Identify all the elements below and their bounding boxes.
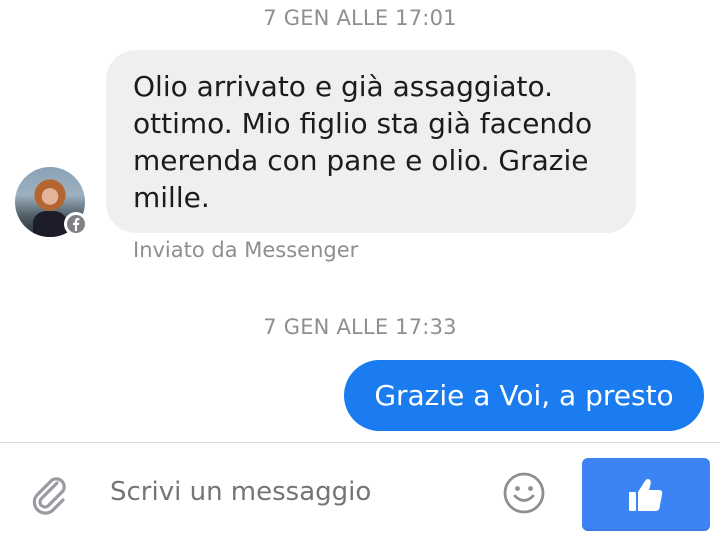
outgoing-message-bubble[interactable]: Grazie a Voi, a presto (344, 360, 704, 431)
thumbs-up-icon (629, 478, 663, 511)
message-timestamp: 7 GEN ALLE 17:33 (263, 315, 457, 339)
message-line: merenda con pane e olio. Grazie (133, 144, 589, 177)
message-input[interactable] (110, 477, 480, 507)
incoming-message-bubble[interactable]: Olio arrivato e già assaggiato. ottimo. … (106, 50, 636, 233)
facebook-icon (64, 212, 88, 236)
sender-avatar[interactable] (15, 167, 88, 237)
paperclip-icon[interactable] (27, 471, 71, 515)
message-line: ottimo. Mio figlio sta già facendo (133, 107, 593, 140)
message-line: mille. (133, 181, 210, 214)
sent-via-label: Inviato da Messenger (133, 238, 359, 262)
message-composer (0, 442, 720, 539)
message-timestamp: 7 GEN ALLE 17:01 (263, 6, 457, 30)
message-line: Olio arrivato e già assaggiato. (133, 70, 554, 103)
like-button[interactable] (582, 458, 710, 531)
smiley-icon[interactable] (502, 471, 546, 515)
messenger-chat-screen: 7 GEN ALLE 17:01 Olio arrivato e già ass… (0, 0, 720, 539)
